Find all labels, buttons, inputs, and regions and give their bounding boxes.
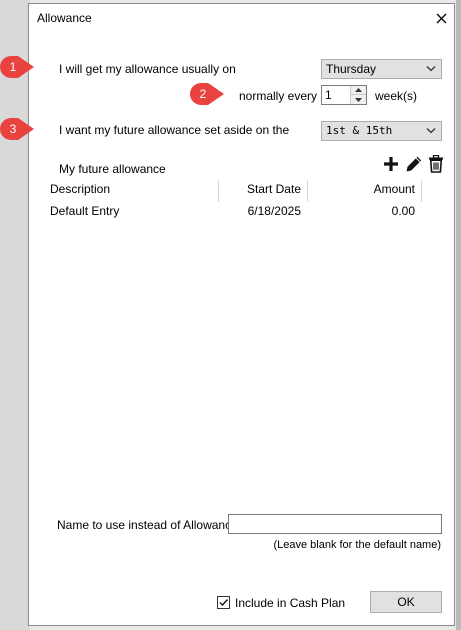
callout-2: 2 xyxy=(190,83,224,105)
close-button[interactable] xyxy=(429,6,453,30)
chevron-down-icon xyxy=(426,128,436,134)
ok-button[interactable]: OK xyxy=(370,591,442,613)
stepper-down-button[interactable] xyxy=(351,95,366,104)
edit-button[interactable] xyxy=(405,155,423,173)
usual-day-value: Thursday xyxy=(326,62,377,76)
set-aside-value: 1st & 15th xyxy=(326,124,393,137)
column-header-description[interactable]: Description xyxy=(50,182,110,196)
column-separator xyxy=(421,180,422,202)
arrow-down-icon xyxy=(355,97,362,102)
add-button[interactable] xyxy=(383,156,399,172)
interval-unit: week(s) xyxy=(375,89,418,103)
callout-number: 3 xyxy=(9,122,17,136)
interval-value: 1 xyxy=(325,88,332,102)
ok-button-label: OK xyxy=(397,595,415,609)
include-cash-plan-label[interactable]: Include in Cash Plan xyxy=(235,596,345,610)
checkmark-icon xyxy=(219,599,229,607)
allowance-dialog: Allowance I will get my allowance usuall… xyxy=(28,3,455,626)
set-aside-select[interactable]: 1st & 15th xyxy=(321,121,442,141)
callout-number: 1 xyxy=(9,60,17,74)
table-row[interactable]: Default Entry 6/18/2025 0.00 xyxy=(50,204,420,222)
edit-icon xyxy=(406,156,422,172)
usual-day-select[interactable]: Thursday xyxy=(321,59,442,79)
row-start-date: 6/18/2025 xyxy=(247,204,301,218)
stepper-up-button[interactable] xyxy=(351,86,366,95)
row-description: Default Entry xyxy=(50,204,120,218)
usual-day-label: I will get my allowance usually on xyxy=(59,62,236,76)
dialog-title: Allowance xyxy=(37,11,92,25)
include-cash-plan-checkbox[interactable] xyxy=(217,596,230,609)
chevron-down-icon xyxy=(426,66,436,72)
callout-3: 3 xyxy=(0,118,34,140)
column-header-start-date[interactable]: Start Date xyxy=(219,182,301,196)
name-field-label: Name to use instead of Allowance xyxy=(57,518,238,532)
callout-number: 2 xyxy=(199,87,207,101)
set-aside-label: I want my future allowance set aside on … xyxy=(59,123,290,137)
arrow-up-icon xyxy=(355,88,362,92)
close-icon xyxy=(436,13,446,23)
row-amount: 0.00 xyxy=(391,204,415,218)
add-icon xyxy=(384,157,398,171)
callout-1: 1 xyxy=(0,56,34,78)
delete-button[interactable] xyxy=(428,154,444,173)
interval-label: normally every xyxy=(239,89,318,103)
background-left xyxy=(0,0,30,630)
column-header-amount[interactable]: Amount xyxy=(309,182,415,196)
name-field-hint: (Leave blank for the default name) xyxy=(273,539,441,551)
name-input[interactable] xyxy=(228,514,442,534)
column-separator xyxy=(307,180,308,202)
background-right xyxy=(456,0,461,630)
interval-stepper[interactable]: 1 xyxy=(321,85,367,105)
stepper-buttons xyxy=(350,86,366,104)
delete-icon xyxy=(429,154,443,173)
future-allowance-title: My future allowance xyxy=(59,162,166,176)
